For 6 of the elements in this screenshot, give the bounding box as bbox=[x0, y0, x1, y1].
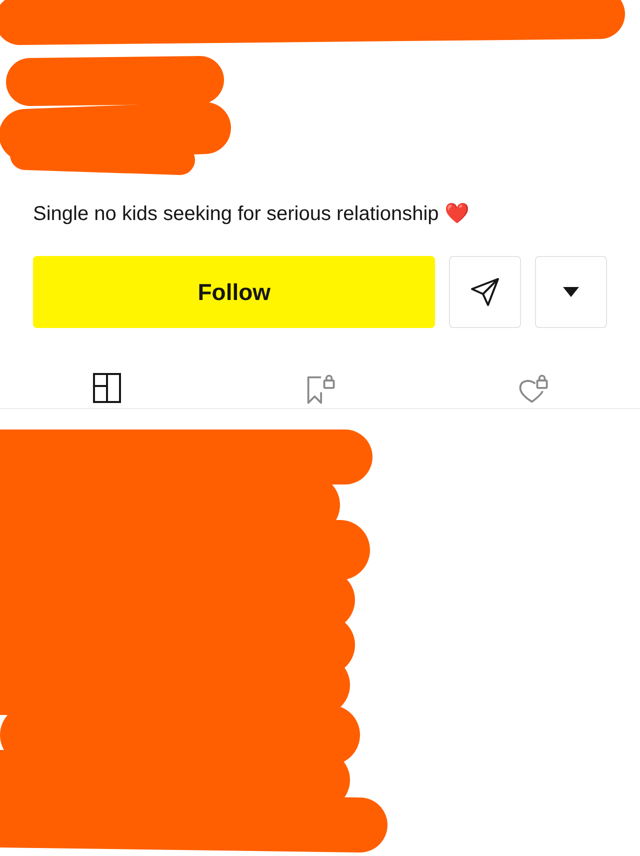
paper-plane-icon bbox=[469, 276, 502, 308]
caret-down-icon bbox=[562, 286, 580, 298]
send-message-button[interactable] bbox=[449, 256, 522, 328]
bio-text: Single no kids seeking for serious relationship ❤ bbox=[33, 202, 470, 227]
follow-button[interactable]: Follow bbox=[33, 256, 436, 328]
grid-icon bbox=[90, 372, 123, 404]
